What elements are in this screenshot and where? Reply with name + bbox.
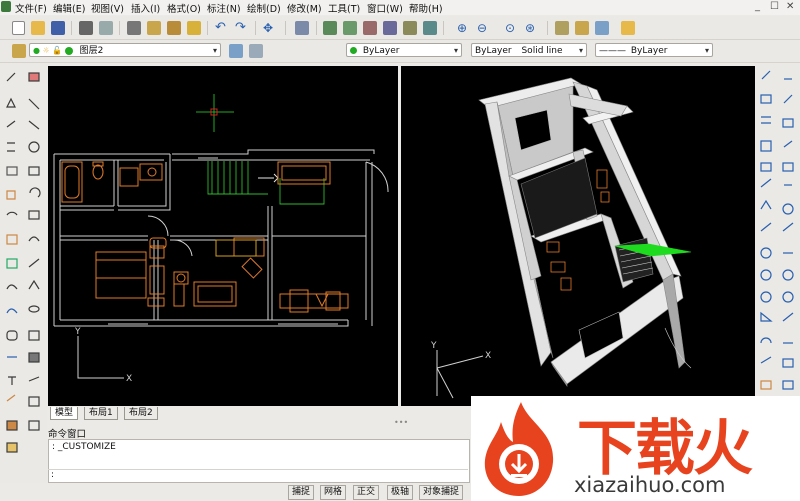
layer-dropdown[interactable]: ● ☼ 🔓 图层2 ▾ [29,43,221,57]
app-logo-icon [1,1,11,12]
pan-icon[interactable]: ✥ [263,21,277,35]
menu-format[interactable]: 格式(O) [167,1,201,15]
menu-modify[interactable]: 修改(M) [287,1,322,15]
zoom-window-icon[interactable]: ⊙ [505,21,519,35]
svg-text:X: X [126,374,132,384]
watermark-site: xiazaihuo.com [574,473,726,497]
lineweight-value: ByLayer [630,46,668,56]
menu-window[interactable]: 窗口(W) [367,1,403,15]
viewport-2d-plan[interactable]: Y X [48,66,398,406]
svg-text:Y: Y [430,341,437,351]
command-window-title: 命令窗口 [48,429,87,440]
modify-toolbar [756,63,800,397]
menu-file[interactable]: 文件(F) [15,1,47,15]
help-icon[interactable] [621,21,635,35]
ortho-button[interactable]: 正交 [353,485,380,500]
menu-tools[interactable]: 工具(T) [328,1,360,15]
make-current-layer-icon[interactable] [229,44,243,58]
print-preview-icon[interactable] [99,21,113,35]
linetype-dropdown[interactable]: ByLayer Solid line ▾ [471,43,587,57]
properties-icon[interactable] [383,21,397,35]
layer-state-icons: ● ☼ 🔓 [33,46,73,55]
properties-toolbar: ● ☼ 🔓 图层2 ▾ ByLayer ▾ ByLayer Solid line… [0,40,800,63]
draw-toolbar [0,63,47,483]
redo-icon[interactable]: ↷ [235,21,249,35]
draw-tools-icons[interactable] [0,63,47,463]
zoom-extents-icon[interactable]: ⊛ [525,21,539,35]
polar-button[interactable]: 极轴 [387,485,414,500]
menu-help[interactable]: 帮助(H) [409,1,443,15]
undo-icon[interactable]: ↶ [215,21,229,35]
block-icon[interactable] [343,21,357,35]
minimize-icon[interactable]: _ [755,1,760,12]
linetype-description: Solid line [521,46,563,56]
grid-button[interactable]: 网格 [320,485,347,500]
menu-bar: 文件(F) 编辑(E) 视图(V) 插入(I) 格式(O) 标注(N) 绘制(D… [0,0,800,15]
new-file-icon[interactable] [12,21,25,35]
paste-icon[interactable] [167,21,181,35]
snap-button[interactable]: 捕捉 [288,485,315,500]
floor-plan-drawing: Y X [53,94,389,384]
chevron-down-icon: ▾ [453,46,458,55]
copy-icon[interactable] [147,21,161,35]
print-icon[interactable] [79,21,93,35]
layer-name: 图层2 [79,46,104,56]
close-icon[interactable]: ✕ [786,1,794,12]
tab-layout1-label: 布局1 [89,408,113,418]
tab-layout2-label: 布局2 [129,408,153,418]
restore-icon[interactable]: ☐ [770,1,779,12]
lineweight-dropdown[interactable]: ——— ByLayer ▾ [595,43,713,57]
viewport-3d-model[interactable]: Y X [401,66,755,406]
menu-insert[interactable]: 插入(I) [131,1,160,15]
chevron-down-icon: ▾ [212,46,217,55]
text-style-icon[interactable] [295,21,309,35]
linetype-value: ByLayer [475,46,512,56]
svg-text:Y: Y [74,327,81,337]
object-snap-button[interactable]: 对象捕捉 [419,485,464,500]
chevron-down-icon: ▾ [704,46,709,55]
calculator-icon[interactable] [595,21,609,35]
zoom-out-icon[interactable]: ⊖ [477,21,491,35]
standard-toolbar: ↶ ↷ ✥ ⊕ ⊖ ⊙ ⊛ [0,16,800,40]
command-input[interactable]: : [48,469,468,481]
watermark: 下载火 xiazaihuo.com [471,396,800,501]
area-icon[interactable] [575,21,589,35]
color-dropdown[interactable]: ByLayer ▾ [346,43,462,57]
design-center-icon[interactable] [403,21,417,35]
distance-icon[interactable] [555,21,569,35]
layer-previous-icon[interactable] [249,44,263,58]
layer-properties-icon[interactable] [12,44,26,58]
save-icon[interactable] [51,21,65,35]
open-file-icon[interactable] [31,21,45,35]
flame-logo-icon [484,402,554,496]
tab-layout1[interactable]: 布局1 [84,407,118,420]
tab-model[interactable]: 模型 [50,407,79,420]
tool-palette-icon[interactable] [423,21,437,35]
tab-model-label: 模型 [55,408,74,418]
menu-view[interactable]: 视图(V) [91,1,124,15]
color-swatch-icon [350,47,357,54]
svg-text:X: X [485,351,491,361]
zoom-in-icon[interactable]: ⊕ [457,21,471,35]
command-history-line: : _CUSTOMIZE [52,442,116,452]
match-properties-icon[interactable] [187,21,201,35]
hatch-icon[interactable] [363,21,377,35]
tab-layout2[interactable]: 布局2 [124,407,158,420]
menu-edit[interactable]: 编辑(E) [53,1,85,15]
chevron-down-icon: ▾ [578,46,583,55]
menu-dimension[interactable]: 标注(N) [207,1,241,15]
splitter-handle[interactable]: ••• [394,418,408,427]
cut-icon[interactable] [127,21,141,35]
modify-tools-icons[interactable] [756,63,800,397]
house-3d-model: Y X [430,77,692,399]
lineweight-line-icon: ——— [599,46,626,56]
layer-manager-icon[interactable] [323,21,337,35]
menu-draw[interactable]: 绘制(D) [247,1,281,15]
color-value: ByLayer [362,46,400,56]
